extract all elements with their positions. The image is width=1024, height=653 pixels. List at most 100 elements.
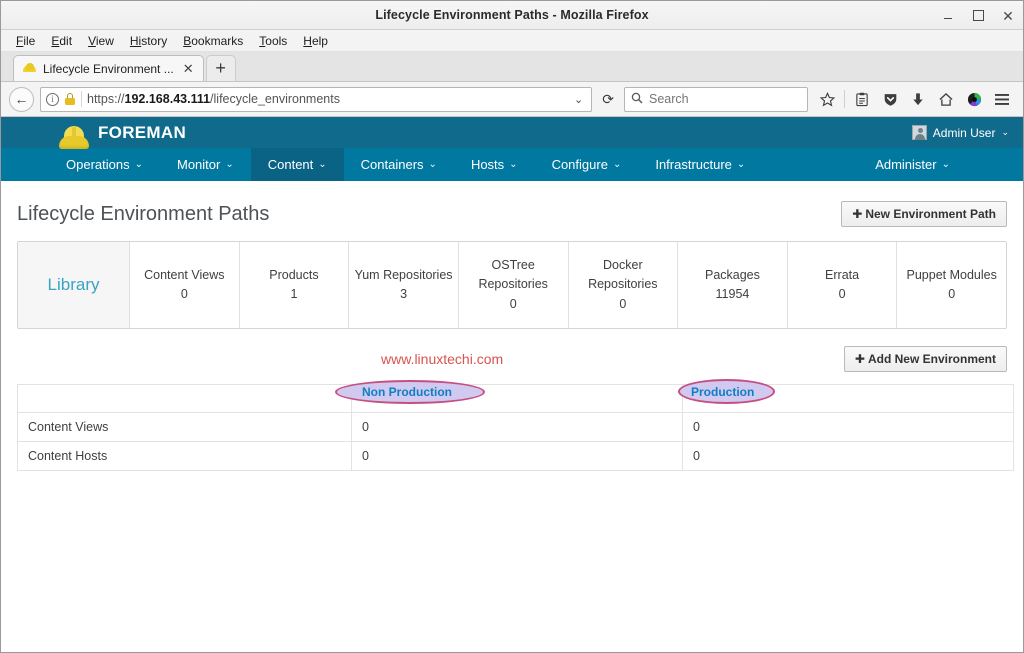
chevron-down-icon: ⌄	[428, 159, 437, 170]
url-input[interactable]: https://192.168.43.111/lifecycle_environ…	[87, 92, 565, 106]
close-button[interactable]: ✕	[1001, 9, 1015, 23]
metric-yum-repositories: Yum Repositories 3	[349, 242, 459, 329]
tab-title: Lifecycle Environment ...	[43, 61, 174, 76]
metric-value: 0	[180, 287, 188, 302]
search-bar[interactable]: Search	[624, 86, 808, 112]
environment-link-non-production[interactable]: Non Production	[362, 385, 452, 399]
pocket-shield-icon[interactable]	[877, 86, 903, 112]
row-label-content-views: Content Views	[17, 412, 352, 443]
reload-button[interactable]: ⟳	[598, 91, 618, 108]
chevron-down-icon: ⌄	[134, 159, 143, 170]
metric-value: 11954	[715, 287, 750, 302]
sync-account-icon[interactable]	[961, 86, 987, 112]
metric-value: 1	[290, 287, 298, 302]
watermark: www.linuxtechi.com	[381, 351, 504, 368]
browser-toolbar: ← i https://192.168.43.111/lifecycle_env…	[1, 82, 1023, 117]
nav-item-administer[interactable]: Administer ⌄	[858, 148, 967, 181]
new-environment-path-label: New Environment Path	[865, 207, 996, 221]
row-label-content-hosts: Content Hosts	[17, 441, 352, 472]
site-info-icon[interactable]: i	[46, 92, 59, 106]
menu-help-rest: elp	[311, 33, 328, 48]
environment-link-production[interactable]: Production	[691, 385, 754, 399]
metric-label: OSTree Repositories	[478, 258, 548, 292]
environments-table: Content Views 0 0 Content Hosts 0 0	[17, 384, 1014, 472]
url-history-dropdown-icon[interactable]: ⌄	[570, 93, 587, 106]
url-prefix: https://	[87, 92, 125, 106]
menu-view[interactable]: View	[81, 32, 121, 50]
menu-bookmarks[interactable]: Bookmarks	[176, 32, 250, 50]
metric-label: Yum Repositories	[354, 267, 453, 282]
menu-view-rest: iew	[95, 33, 114, 48]
nav-item-operations[interactable]: Operations ⌄	[49, 148, 160, 181]
table-body: Content Views 0 0 Content Hosts 0 0	[17, 412, 1014, 472]
minimize-button[interactable]	[941, 9, 955, 23]
toolbar-divider	[844, 90, 845, 108]
metric-ostree-repositories: OSTree Repositories 0	[459, 242, 569, 329]
tab-close-icon[interactable]: ✕	[181, 62, 196, 75]
menu-edit[interactable]: Edit	[44, 32, 79, 50]
menu-file-rest: ile	[23, 33, 36, 48]
foreman-logo[interactable]: FOREMAN	[59, 123, 186, 149]
nav-label-administer: Administer	[875, 157, 937, 172]
metric-label: Docker Repositories	[588, 258, 658, 292]
metric-label: Products	[269, 267, 319, 282]
user-menu[interactable]: Admin User ⌄	[911, 125, 1009, 140]
url-path: /lifecycle_environments	[210, 92, 340, 106]
library-link[interactable]: Library	[22, 272, 125, 298]
url-host: 192.168.43.111	[124, 92, 211, 106]
maximize-button[interactable]	[971, 9, 985, 23]
menu-bookmarks-rest: ookmarks	[191, 33, 244, 48]
foreman-hardhat-icon	[59, 125, 89, 149]
nav-item-infrastructure[interactable]: Infrastructure ⌄	[638, 148, 762, 181]
page-title: Lifecycle Environment Paths	[17, 202, 270, 225]
user-name: Admin User	[932, 125, 996, 140]
nav-item-hosts[interactable]: Hosts ⌄	[454, 148, 535, 181]
menu-history[interactable]: History	[123, 32, 174, 50]
foreman-navbar: Operations ⌄ Monitor ⌄ Content ⌄ Contain…	[1, 148, 1023, 181]
hamburger-menu-icon[interactable]	[989, 86, 1015, 112]
nav-item-configure[interactable]: Configure ⌄	[535, 148, 639, 181]
toolbar-icons	[814, 86, 1015, 112]
metric-label: Errata	[825, 267, 860, 282]
chevron-down-icon: ⌄	[225, 159, 234, 170]
foreman-hardhat-icon	[23, 62, 36, 75]
nav-right-pad	[967, 148, 1023, 181]
nav-item-content[interactable]: Content ⌄	[250, 148, 344, 181]
table-row: Content Hosts 0 0	[17, 441, 1014, 472]
url-bar[interactable]: i https://192.168.43.111/lifecycle_envir…	[40, 86, 593, 112]
cell-content-hosts-production: 0	[682, 441, 1014, 472]
window-title: Lifecycle Environment Paths - Mozilla Fi…	[375, 8, 649, 22]
nav-label-hosts: Hosts	[470, 157, 505, 172]
search-input[interactable]: Search	[649, 92, 689, 106]
menu-history-rest: story	[141, 33, 168, 48]
title-bar: Lifecycle Environment Paths - Mozilla Fi…	[1, 1, 1023, 30]
nav-item-containers[interactable]: Containers ⌄	[344, 148, 454, 181]
foreman-header: FOREMAN Admin User ⌄	[1, 117, 1023, 149]
add-new-environment-button[interactable]: ✚ Add New Environment	[843, 346, 1007, 373]
nav-label-infrastructure: Infrastructure	[655, 157, 732, 172]
chevron-down-icon: ⌄	[318, 159, 327, 170]
menu-tools-rest: ools	[265, 33, 288, 48]
metric-value: 0	[838, 287, 846, 302]
reading-list-icon[interactable]	[849, 86, 875, 112]
menu-file[interactable]: File	[9, 32, 42, 50]
browser-tab-active[interactable]: Lifecycle Environment ... ✕	[13, 55, 204, 81]
back-button[interactable]: ←	[9, 86, 34, 112]
menu-tools[interactable]: Tools	[252, 32, 294, 50]
downloads-icon[interactable]	[905, 86, 931, 112]
avatar	[911, 125, 927, 140]
table-row: Content Views 0 0	[17, 412, 1014, 443]
bookmark-star-icon[interactable]	[814, 86, 840, 112]
library-name-cell[interactable]: Library	[18, 242, 130, 329]
chevron-down-icon: ⌄	[1001, 127, 1009, 137]
menu-help[interactable]: Help	[296, 32, 335, 50]
new-environment-path-button[interactable]: ✚ New Environment Path	[841, 201, 1007, 227]
chevron-down-icon: ⌄	[736, 159, 746, 170]
new-tab-button[interactable]: +	[205, 55, 236, 81]
home-icon[interactable]	[933, 86, 959, 112]
nav-item-monitor[interactable]: Monitor ⌄	[160, 148, 251, 181]
cell-content-hosts-non-production: 0	[351, 441, 683, 472]
firefox-window: Lifecycle Environment Paths - Mozilla Fi…	[0, 0, 1024, 653]
insecure-lock-icon[interactable]	[64, 92, 76, 106]
metric-value: 3	[400, 287, 408, 302]
